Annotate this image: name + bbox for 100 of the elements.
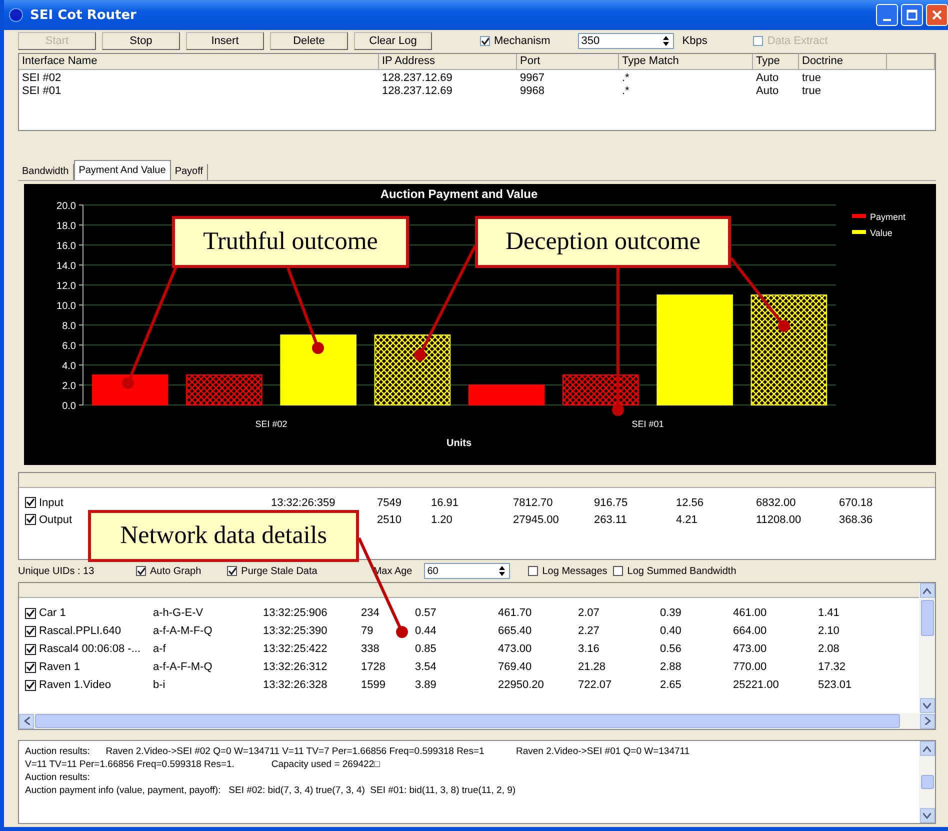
spinner-arrows-icon[interactable] bbox=[662, 35, 670, 47]
column-header[interactable]: Doctrine bbox=[799, 54, 887, 69]
log-line: Auction results: bbox=[25, 771, 91, 784]
table-cell-text: 0.57 bbox=[415, 607, 438, 619]
checkbox[interactable] bbox=[25, 626, 36, 636]
table-cell-text: b-i bbox=[153, 679, 166, 691]
table-cell-text: 128.237.12.69 bbox=[381, 72, 454, 85]
tick-label: 8.0 bbox=[62, 321, 76, 332]
checkbox[interactable] bbox=[25, 608, 36, 618]
table-cell-text: 722.07 bbox=[578, 679, 613, 691]
checkbox[interactable] bbox=[25, 680, 36, 690]
table-cell-text: true bbox=[801, 85, 822, 98]
column-header[interactable]: IP Address bbox=[379, 54, 517, 69]
table-cell-text: 473.00 bbox=[733, 643, 768, 655]
scroll-down-button[interactable] bbox=[920, 698, 934, 713]
table-cell-text: 916.75 bbox=[594, 496, 629, 508]
checkbox[interactable] bbox=[25, 514, 36, 525]
table-cell-text: 3.54 bbox=[415, 661, 438, 673]
table-cell-text: Auto bbox=[755, 72, 780, 85]
table-cell-text: 1.20 bbox=[431, 514, 454, 526]
log-checkbox[interactable]: Log Summed Bandwidth bbox=[613, 566, 736, 576]
table-cell-text: a-h-G-E-V bbox=[153, 607, 204, 619]
checkbox[interactable] bbox=[25, 497, 36, 508]
max-age-field[interactable]: 60 bbox=[424, 563, 510, 579]
toolbar-button[interactable]: Insert bbox=[186, 32, 264, 50]
maximize-icon bbox=[906, 9, 918, 21]
table-cell-text: a-f-A-M-F-Q bbox=[153, 625, 214, 637]
row-name: Raven 1.Video bbox=[39, 679, 111, 691]
table-cell-text: 1728 bbox=[361, 661, 386, 673]
table-cell-text: 13:32:26:328 bbox=[263, 679, 328, 691]
log-checkbox[interactable]: Log Messages bbox=[528, 566, 608, 576]
unit-label: Kbps bbox=[682, 35, 708, 47]
toolbar-button[interactable]: Stop bbox=[102, 32, 180, 50]
scroll-thumb[interactable] bbox=[35, 714, 900, 728]
close-button[interactable] bbox=[926, 4, 948, 26]
table-cell-text: 9967 bbox=[519, 72, 546, 85]
spinner-arrows-icon[interactable] bbox=[498, 565, 506, 577]
checkbox[interactable] bbox=[25, 644, 36, 654]
log-line: Auction results: Raven 2.Video->SEI #02 Q=0 W=134711 V=11 TV=7 Per=1.66856 Freq=0.599318 Res=1 Raven 2.Video->SEI #01 Q=0 W=134711 bbox=[25, 745, 691, 758]
table-cell-text: 13:32:25:390 bbox=[263, 625, 328, 637]
chart-title: Auction Payment and Value bbox=[380, 187, 538, 201]
table-cell-text: SEI #01 bbox=[21, 85, 62, 98]
toolbar-button[interactable]: Clear Log bbox=[354, 32, 432, 50]
scroll-thumb[interactable] bbox=[920, 600, 934, 636]
table-cell-text: 13:32:26:312 bbox=[263, 661, 328, 673]
table-cell-text: .* bbox=[621, 85, 630, 98]
tick-label: 4.0 bbox=[62, 361, 76, 372]
table-cell-text: 368.36 bbox=[839, 514, 874, 526]
horizontal-scrollbar[interactable] bbox=[19, 713, 935, 729]
tick-label: 20.0 bbox=[56, 201, 76, 212]
table-cell-text: 0.44 bbox=[415, 625, 438, 637]
maximize-button[interactable] bbox=[901, 4, 923, 26]
unique-count-label: Unique UIDs : 13 bbox=[18, 566, 96, 576]
column-header[interactable]: Type bbox=[753, 54, 799, 69]
category-label: SEI #01 bbox=[632, 419, 664, 429]
minimize-button[interactable] bbox=[876, 4, 898, 26]
log-line: V=11 TV=11 Per=1.66856 Freq=0.599318 Res=1. Capacity used = 269422□ bbox=[25, 758, 381, 771]
table-cell-text: 17.32 bbox=[818, 661, 847, 673]
column-header[interactable]: Interface Name bbox=[19, 54, 379, 69]
rate-field[interactable]: 350 bbox=[578, 33, 674, 49]
table-cell-text: 3.16 bbox=[578, 643, 600, 655]
table-cell-text: 21.28 bbox=[578, 661, 607, 673]
vertical-scrollbar[interactable] bbox=[919, 741, 935, 823]
check-icon bbox=[228, 566, 236, 576]
table-cell-text: 461.00 bbox=[733, 607, 768, 619]
table-cell-text: 670.18 bbox=[839, 496, 874, 508]
table-cell-text: 128.237.12.69 bbox=[381, 85, 454, 98]
close-icon bbox=[931, 9, 943, 21]
vertical-scrollbar[interactable] bbox=[919, 583, 935, 713]
table-cell-text: 665.40 bbox=[498, 625, 533, 637]
scroll-down-button[interactable] bbox=[920, 808, 934, 823]
column-header[interactable]: Port bbox=[517, 54, 619, 69]
row-name: Input bbox=[39, 496, 64, 508]
mechanism-checkbox[interactable]: Mechanism bbox=[480, 35, 550, 47]
tab[interactable]: Payoff bbox=[170, 164, 208, 180]
legend-label: Payment bbox=[870, 212, 906, 222]
table-cell-text: 473.00 bbox=[498, 643, 533, 655]
table-cell-text: 2.65 bbox=[660, 679, 682, 691]
option-checkbox[interactable]: Purge Stale Data bbox=[227, 566, 318, 576]
table-cell-text: 12.56 bbox=[676, 496, 705, 508]
table-cell-text: 523.01 bbox=[818, 679, 853, 691]
scroll-left-button[interactable] bbox=[19, 714, 34, 728]
row-name: Rascal.PPLI.640 bbox=[39, 625, 121, 637]
row-name: Raven 1 bbox=[39, 661, 80, 673]
checkbox[interactable] bbox=[25, 662, 36, 672]
toolbar-button[interactable]: Delete bbox=[270, 32, 348, 50]
tick-label: 0.0 bbox=[62, 401, 76, 412]
tick-label: 10.0 bbox=[56, 301, 76, 312]
scroll-up-button[interactable] bbox=[920, 741, 934, 756]
table-cell-text: 4.21 bbox=[676, 514, 698, 526]
table-cell-text: 0.39 bbox=[660, 607, 682, 619]
tab[interactable]: Payment And Value bbox=[74, 160, 171, 180]
scroll-up-button[interactable] bbox=[920, 583, 934, 598]
column-header[interactable]: Type Match bbox=[619, 54, 753, 69]
scroll-thumb[interactable] bbox=[920, 775, 934, 789]
table-cell-text: a-f-A-F-M-Q bbox=[153, 661, 214, 673]
option-checkbox[interactable]: Auto Graph bbox=[136, 566, 202, 576]
row-name: Rascal4 00:06:08 -... bbox=[39, 643, 141, 655]
table-cell-text: 25221.00 bbox=[733, 679, 780, 691]
scroll-right-button[interactable] bbox=[920, 714, 935, 728]
